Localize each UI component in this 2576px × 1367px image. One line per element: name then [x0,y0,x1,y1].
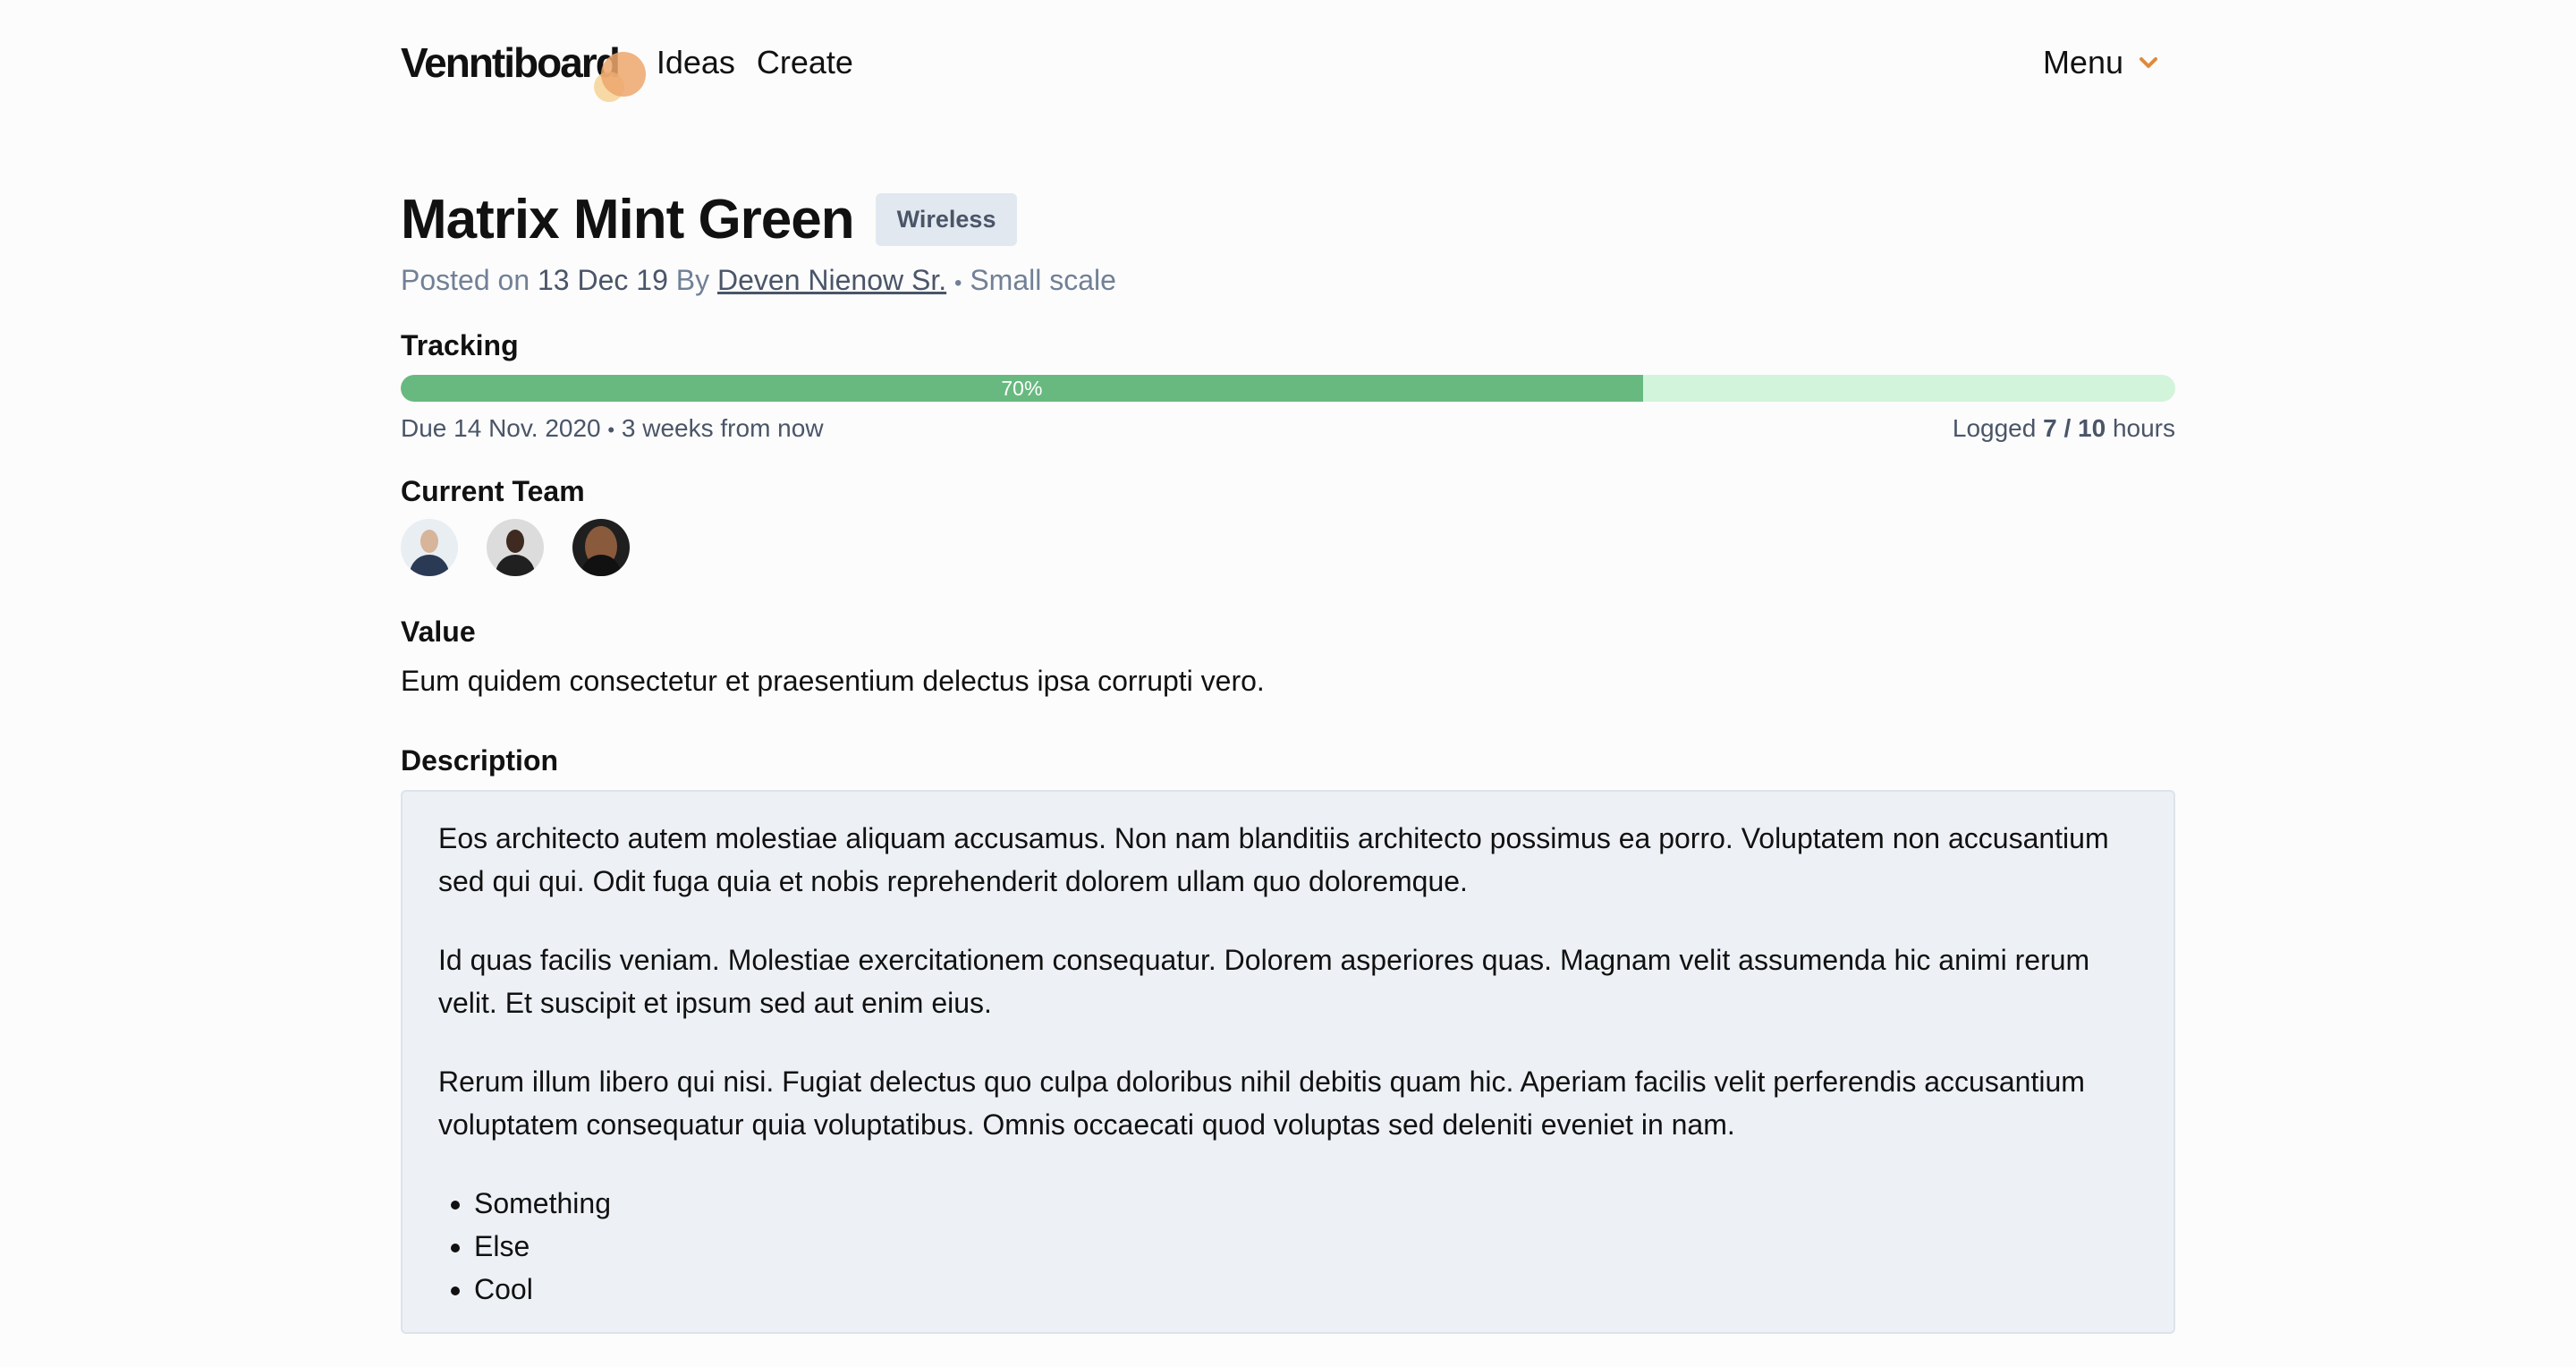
avatar[interactable] [572,519,630,576]
description-paragraph: Eos architecto autem molestiae aliquam a… [438,822,2109,897]
avatar-head [506,530,524,553]
nav-left: Venntiboard Ideas Create [401,36,853,102]
category-badge: Wireless [875,193,1018,246]
tracking-section: Tracking 70% Due 14 Nov. 2020 • 3 weeks … [401,329,2175,443]
avatar[interactable] [401,519,458,576]
description-paragraph: Rerum illum libero qui nisi. Fugiat dele… [438,1066,2085,1141]
due-info: Due 14 Nov. 2020 • 3 weeks from now [401,414,824,443]
author-link[interactable]: Deven Nienow Sr. [717,264,946,296]
title-row: Matrix Mint Green Wireless [401,188,2175,251]
chevron-down-icon [2140,57,2157,68]
due-separator: • [607,419,615,441]
menu-button[interactable]: Menu [2043,44,2159,81]
avatar-body [410,555,449,576]
progress-bar: 70% [401,375,2175,402]
avatar-body [496,555,535,576]
logged-suffix: hours [2112,414,2175,442]
list-item: Else [474,1225,2138,1268]
progress-fill: 70% [401,375,1643,402]
posted-prefix: Posted on [401,264,530,296]
logo-link[interactable]: Venntiboard [401,36,646,102]
description-section: Description Eos architecto autem molesti… [401,744,2175,1334]
value-section: Value Eum quidem consectetur et praesent… [401,616,2175,698]
by-label: By [675,264,710,296]
logo-dot-icon [600,52,646,97]
post-meta: Posted on 13 Dec 19 By Deven Nienow Sr. … [401,264,2175,297]
logged-prefix: Logged [1952,414,2037,442]
description-label: Description [401,744,559,777]
value-label: Value [401,616,476,648]
meta-separator: • [954,271,962,295]
team-avatars [401,519,2175,576]
description-paragraph: Id quas facilis veniam. Molestiae exerci… [438,944,2090,1019]
nav-link-create[interactable]: Create [757,44,853,81]
list-item: Something [474,1182,2138,1225]
top-nav: Venntiboard Ideas Create Menu [401,0,2175,125]
menu-label: Menu [2042,44,2123,81]
team-label: Current Team [401,475,585,507]
logged-value: 7 / 10 [2043,414,2106,442]
value-text: Eum quidem consectetur et praesentium de… [401,665,1265,697]
scale-label: Small scale [970,264,1116,296]
due-relative: 3 weeks from now [621,414,824,442]
avatar-head [420,530,438,553]
description-list: Something Else Cool [474,1182,2138,1311]
page-title: Matrix Mint Green [401,189,855,250]
description-box: Eos architecto autem molestiae aliquam a… [401,790,2175,1334]
logo-text: Venntiboard [401,39,621,86]
team-section: Current Team [401,475,2175,576]
due-date: Due 14 Nov. 2020 [401,414,601,442]
progress-meta: Due 14 Nov. 2020 • 3 weeks from now Logg… [401,414,2175,443]
nav-link-ideas[interactable]: Ideas [657,44,735,81]
avatar[interactable] [487,519,544,576]
list-item: Cool [474,1268,2138,1311]
tracking-label: Tracking [401,329,519,361]
logged-info: Logged 7 / 10 hours [1953,414,2175,443]
posted-date: 13 Dec 19 [538,264,668,296]
page: Venntiboard Ideas Create Menu Matrix Min… [401,0,2175,1334]
